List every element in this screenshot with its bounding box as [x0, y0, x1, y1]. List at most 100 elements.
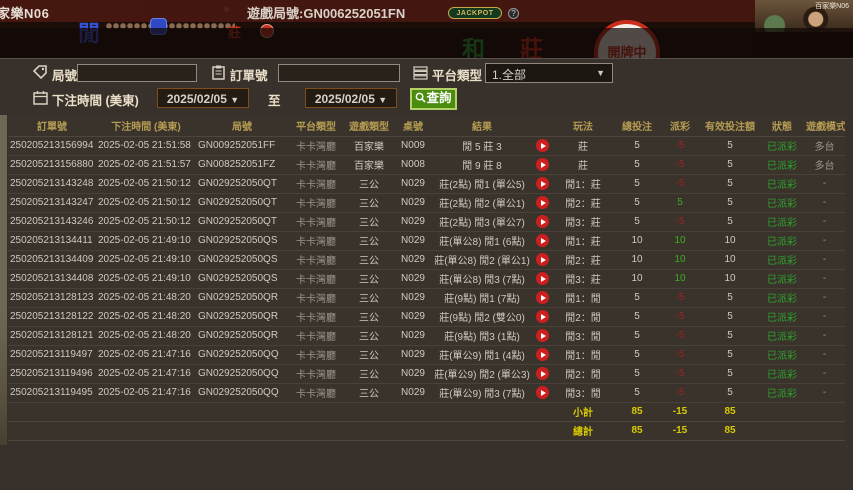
play-video-icon[interactable]: [536, 386, 549, 399]
cell-table_no: N029: [394, 269, 432, 288]
cell-total_bet: 10: [614, 269, 660, 288]
cell-status: 已派彩: [760, 155, 804, 174]
cell-mode: -: [804, 326, 845, 345]
cell-mode: -: [804, 383, 845, 402]
platform-type-select[interactable]: 1.全部 ▼: [485, 63, 613, 83]
subtotal-row-spacer: [344, 402, 394, 421]
grand-total-row-spacer: [288, 421, 344, 440]
cell-order_id: 250205213128121: [8, 326, 96, 345]
game-banner: 家樂N06 遊戲局號:GN006252051FN 百家樂N06 閒 莊 JACK…: [0, 0, 853, 58]
play-video-icon[interactable]: [536, 253, 549, 266]
grand-total-row-spacer: [196, 421, 288, 440]
search-button-label: 查詢: [426, 91, 451, 105]
cell-platform: 卡卡灣廳: [288, 250, 344, 269]
cell-game_type: 三公: [344, 288, 394, 307]
cell-mode: -: [804, 269, 845, 288]
play-video-icon[interactable]: [536, 158, 549, 171]
platform-type-icon: [413, 65, 428, 80]
play-video-icon[interactable]: [536, 291, 549, 304]
grand-total-row-spacer: [344, 421, 394, 440]
cell-table_no: N008: [394, 155, 432, 174]
date-to-picker[interactable]: 2025/02/05 ▼: [305, 88, 397, 108]
cell-game_type: 三公: [344, 212, 394, 231]
order-no-label: 訂單號: [230, 65, 268, 84]
col-header-order_id: 訂單號: [8, 116, 96, 136]
cell-platform: 卡卡灣廳: [288, 193, 344, 212]
play-video-icon[interactable]: [536, 139, 549, 152]
cell-result: 莊(單公8) 閒3 (7點): [432, 269, 532, 288]
table-row: 2502052131281232025-02-05 21:48:20GN0292…: [8, 288, 845, 307]
play-video-icon[interactable]: [536, 329, 549, 342]
round-no-input[interactable]: [77, 64, 197, 82]
subtotal-row-spacer: [394, 402, 432, 421]
subtotal-row-spacer: [96, 402, 196, 421]
cell-order_id: 250205213128123: [8, 288, 96, 307]
cell-play: 閒1：閒: [552, 288, 614, 307]
cell-platform: 卡卡灣廳: [288, 155, 344, 174]
play-video-icon[interactable]: [536, 310, 549, 323]
cell-payout: -5: [660, 136, 700, 155]
cell-bet_time: 2025-02-05 21:47:16: [96, 345, 196, 364]
cell-result: 莊(9點) 閒3 (1點): [432, 326, 532, 345]
video-table-title: 百家樂N06: [815, 1, 849, 11]
cell-bet_time: 2025-02-05 21:48:20: [96, 307, 196, 326]
cell-result: 閒 9 莊 8: [432, 155, 532, 174]
cell-play-btn: [532, 345, 552, 364]
play-video-icon[interactable]: [536, 272, 549, 285]
cell-round_id: GN029252050QS: [196, 269, 288, 288]
chevron-down-icon: ▼: [230, 95, 239, 105]
cell-bet_time: 2025-02-05 21:50:12: [96, 193, 196, 212]
cell-total_bet: 5: [614, 212, 660, 231]
subtotal-row-spacer: [8, 402, 96, 421]
overlay-shadow: [0, 28, 853, 58]
table-row: 2502052131432482025-02-05 21:50:12GN0292…: [8, 174, 845, 193]
cell-game_type: 三公: [344, 193, 394, 212]
subtotal-row-spacer: [804, 402, 845, 421]
cell-valid_bet: 5: [700, 136, 760, 155]
play-video-icon[interactable]: [536, 348, 549, 361]
cell-status: 已派彩: [760, 288, 804, 307]
subtotal-row-total_bet: 85: [614, 402, 660, 421]
cell-platform: 卡卡灣廳: [288, 136, 344, 155]
play-video-icon[interactable]: [536, 177, 549, 190]
grand-total-row-total_bet: 85: [614, 421, 660, 440]
cell-play: 閒1：莊: [552, 231, 614, 250]
play-video-icon[interactable]: [536, 196, 549, 209]
cell-game_type: 三公: [344, 250, 394, 269]
clipboard-icon: [211, 65, 226, 80]
cell-play-btn: [532, 269, 552, 288]
cell-round_id: GN029252050QR: [196, 326, 288, 345]
chevron-down-icon: ▼: [596, 68, 605, 78]
search-button[interactable]: 查詢: [410, 88, 457, 110]
cell-payout: -5: [660, 364, 700, 383]
table-row: 2502052131432462025-02-05 21:50:12GN0292…: [8, 212, 845, 231]
cell-platform: 卡卡灣廳: [288, 383, 344, 402]
cell-mode: -: [804, 212, 845, 231]
cell-play-btn: [532, 193, 552, 212]
cell-play-btn: [532, 307, 552, 326]
table-row: 2502052131568802025-02-05 21:51:57GN0082…: [8, 155, 845, 174]
cell-mode: -: [804, 174, 845, 193]
date-from-picker[interactable]: 2025/02/05 ▼: [157, 88, 249, 108]
order-no-input[interactable]: [278, 64, 400, 82]
grand-total-row-spacer: [432, 421, 532, 440]
cell-payout: -5: [660, 383, 700, 402]
table-row: 2502052131194952025-02-05 21:47:16GN0292…: [8, 383, 845, 402]
cell-total_bet: 10: [614, 250, 660, 269]
play-video-icon[interactable]: [536, 367, 549, 380]
cell-bet_time: 2025-02-05 21:49:10: [96, 250, 196, 269]
cell-game_type: 三公: [344, 174, 394, 193]
cell-platform: 卡卡灣廳: [288, 231, 344, 250]
cell-result: 莊(9點) 閒2 (雙公0): [432, 307, 532, 326]
table-row: 2502052131569942025-02-05 21:51:58GN0092…: [8, 136, 845, 155]
cell-bet_time: 2025-02-05 21:49:10: [96, 269, 196, 288]
col-header-table_no: 桌號: [394, 116, 432, 136]
play-video-icon[interactable]: [536, 215, 549, 228]
play-video-icon[interactable]: [536, 234, 549, 247]
cell-total_bet: 5: [614, 326, 660, 345]
subtotal-row-payout: -15: [660, 402, 700, 421]
cell-total_bet: 5: [614, 383, 660, 402]
date-to-value: 2025/02/05: [315, 92, 375, 106]
cell-platform: 卡卡灣廳: [288, 269, 344, 288]
cell-total_bet: 5: [614, 174, 660, 193]
